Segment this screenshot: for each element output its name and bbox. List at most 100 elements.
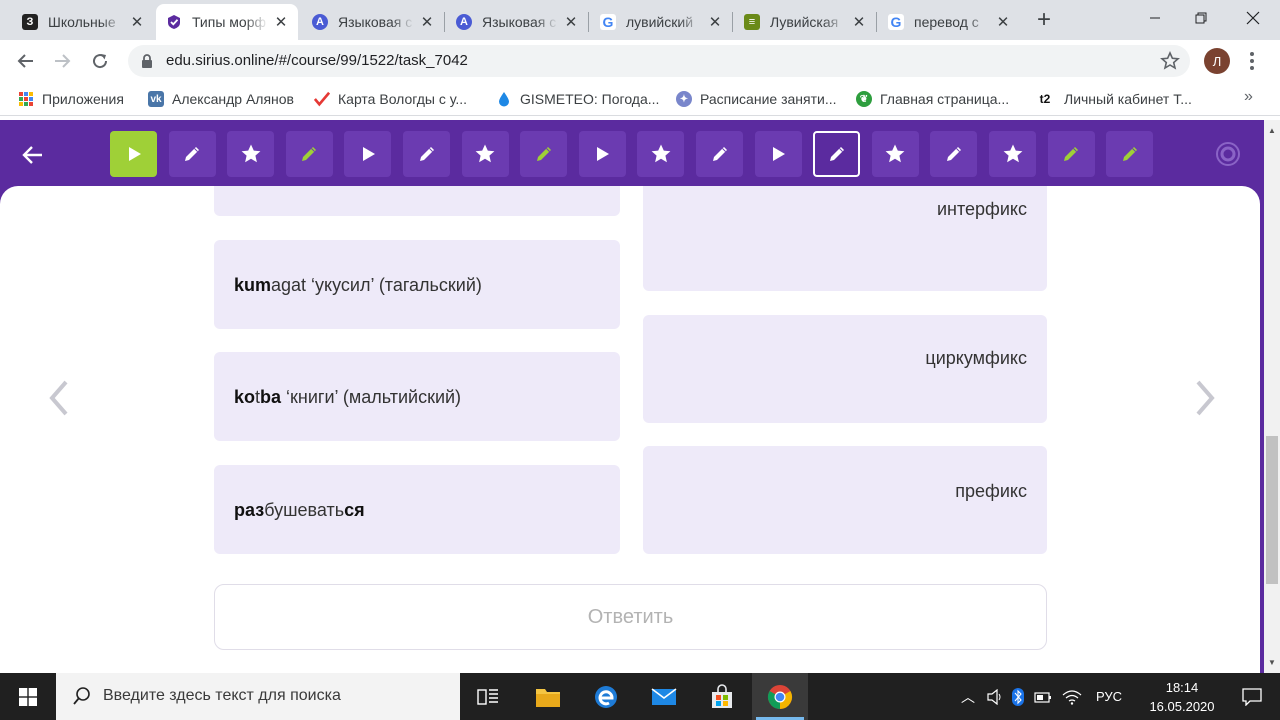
page-scrollbar[interactable]: ▲ ▼ bbox=[1264, 120, 1280, 673]
notifications-button[interactable] bbox=[1224, 673, 1280, 720]
drop-target-card[interactable]: циркумфикс bbox=[643, 315, 1047, 423]
reload-icon bbox=[93, 54, 108, 69]
drag-card[interactable]: kotba ‘книги’ (мальтийский) bbox=[214, 352, 620, 441]
step-button-15[interactable] bbox=[930, 131, 978, 177]
mail-button[interactable] bbox=[636, 673, 692, 720]
tab-close-icon[interactable]: ✕ bbox=[850, 13, 868, 31]
bookmark-label: GISMETEO: Погода... bbox=[520, 91, 660, 107]
browser-tab-active[interactable]: Типы морф ✕ bbox=[156, 4, 298, 40]
tab-title: Лувийская bbox=[770, 14, 839, 30]
arrow-left-icon[interactable] bbox=[20, 142, 46, 168]
file-explorer-button[interactable] bbox=[520, 673, 576, 720]
browser-tab[interactable]: ≡ Лувийская ✕ bbox=[734, 4, 876, 40]
store-button[interactable] bbox=[694, 673, 750, 720]
tab-close-icon[interactable]: ✕ bbox=[418, 13, 436, 31]
pencil-icon bbox=[1120, 144, 1140, 164]
folder-icon bbox=[536, 688, 560, 707]
step-button-4[interactable] bbox=[285, 131, 333, 177]
step-button-13[interactable] bbox=[813, 131, 861, 177]
drop-target-card[interactable]: интерфикс bbox=[643, 186, 1047, 291]
tab-close-icon[interactable]: ✕ bbox=[706, 13, 724, 31]
step-button-10[interactable] bbox=[637, 131, 685, 177]
bluetooth-icon[interactable] bbox=[1012, 687, 1024, 706]
tab-separator bbox=[444, 12, 445, 32]
step-button-9[interactable] bbox=[578, 131, 626, 177]
step-button-1[interactable] bbox=[110, 131, 157, 177]
edge-icon bbox=[595, 685, 617, 708]
scroll-down-icon[interactable]: ▼ bbox=[1268, 658, 1276, 667]
browser-tab[interactable]: G лувийский ✕ bbox=[590, 4, 732, 40]
bookmark-star-icon[interactable] bbox=[1160, 51, 1180, 71]
step-button-16[interactable] bbox=[989, 131, 1036, 177]
task-panel: интерфикс kumagat ‘укусил’ (тагальский) … bbox=[0, 186, 1260, 673]
morpheme-type-label: интерфикс bbox=[937, 199, 1027, 219]
restore-button[interactable] bbox=[1178, 0, 1224, 36]
step-button-8[interactable] bbox=[520, 131, 568, 177]
edge-browser-button[interactable] bbox=[578, 673, 634, 720]
drag-card[interactable] bbox=[214, 186, 620, 216]
speaker-icon[interactable] bbox=[986, 688, 1004, 705]
step-button-7[interactable] bbox=[461, 131, 509, 177]
bookmark-apps[interactable]: Приложения bbox=[18, 89, 124, 109]
chevron-up-icon[interactable]: ︿ bbox=[958, 687, 978, 707]
battery-icon[interactable] bbox=[1034, 690, 1052, 704]
task-view-button[interactable] bbox=[460, 673, 516, 720]
bookmark-item[interactable]: vk Александр Алянов bbox=[148, 89, 294, 109]
drag-card[interactable]: разбушеваться bbox=[214, 465, 620, 554]
profile-avatar[interactable]: Л bbox=[1204, 48, 1230, 74]
taskbar-search-input[interactable]: Введите здесь текст для поиска bbox=[56, 673, 460, 720]
pencil-icon bbox=[710, 144, 730, 164]
drop-target-card[interactable]: префикс bbox=[643, 446, 1047, 554]
bookmark-item[interactable]: GISMETEO: Погода... bbox=[496, 89, 659, 109]
step-button-18[interactable] bbox=[1106, 131, 1154, 177]
drag-card[interactable]: kumagat ‘укусил’ (тагальский) bbox=[214, 240, 620, 329]
tab-strip: З Школьные ✕ Типы морф ✕ A Языковая с ✕ … bbox=[0, 0, 1280, 40]
submit-answer-button[interactable]: Ответить bbox=[214, 584, 1047, 650]
chevron-right-icon[interactable] bbox=[1190, 378, 1220, 418]
tab-close-icon[interactable]: ✕ bbox=[562, 13, 580, 31]
tab-close-icon[interactable]: ✕ bbox=[272, 13, 290, 31]
chrome-button[interactable] bbox=[752, 673, 808, 720]
play-icon bbox=[124, 144, 144, 164]
taskbar-clock[interactable]: 18:14 16.05.2020 bbox=[1140, 678, 1224, 716]
browser-tab[interactable]: З Школьные ✕ bbox=[12, 4, 154, 40]
step-button-5[interactable] bbox=[344, 131, 392, 177]
scrollbar-thumb[interactable] bbox=[1266, 436, 1278, 584]
browser-tab[interactable]: A Языковая с ✕ bbox=[302, 4, 444, 40]
back-button[interactable] bbox=[10, 45, 42, 77]
step-button-6[interactable] bbox=[403, 131, 450, 177]
scroll-up-icon[interactable]: ▲ bbox=[1268, 126, 1276, 135]
tab-close-icon[interactable]: ✕ bbox=[994, 13, 1012, 31]
step-button-14[interactable] bbox=[871, 131, 919, 177]
browser-tab[interactable]: G перевод с ✕ bbox=[878, 4, 1020, 40]
bookmark-item[interactable]: ✦ Расписание заняти... bbox=[676, 89, 837, 109]
address-bar[interactable]: edu.sirius.online/#/course/99/1522/task_… bbox=[128, 45, 1190, 77]
tab-close-icon[interactable]: ✕ bbox=[128, 13, 146, 31]
step-button-2[interactable] bbox=[168, 131, 216, 177]
task-view-icon bbox=[477, 688, 498, 705]
bookmark-item[interactable]: t2 Личный кабинет Т... bbox=[1034, 89, 1192, 109]
bookmark-label: Главная страница... bbox=[880, 91, 1010, 107]
pencil-icon bbox=[417, 144, 437, 164]
browser-menu-icon[interactable] bbox=[1244, 48, 1260, 74]
chevron-left-icon[interactable] bbox=[44, 378, 74, 418]
reload-button[interactable] bbox=[84, 45, 116, 77]
step-button-3[interactable] bbox=[227, 131, 275, 177]
language-indicator[interactable]: РУС bbox=[1096, 689, 1122, 704]
bookmark-item[interactable]: ❦ Главная страница... bbox=[856, 89, 1009, 109]
bookmark-label: Приложения bbox=[42, 91, 124, 107]
bookmark-item[interactable]: Карта Вологды с у... bbox=[314, 89, 467, 109]
wifi-icon[interactable] bbox=[1062, 689, 1082, 705]
step-button-17[interactable] bbox=[1047, 131, 1095, 177]
minimize-button[interactable] bbox=[1132, 0, 1178, 36]
forward-button[interactable] bbox=[46, 45, 78, 77]
close-window-button[interactable] bbox=[1230, 0, 1276, 36]
mail-icon bbox=[651, 687, 677, 705]
step-button-11[interactable] bbox=[696, 131, 743, 177]
more-bookmarks-icon[interactable]: » bbox=[1244, 88, 1253, 106]
new-tab-button[interactable]: + bbox=[1030, 6, 1058, 34]
course-header bbox=[0, 120, 1264, 190]
step-button-12[interactable] bbox=[754, 131, 802, 177]
start-button[interactable] bbox=[0, 673, 56, 720]
browser-tab[interactable]: A Языковая с ✕ bbox=[446, 4, 588, 40]
